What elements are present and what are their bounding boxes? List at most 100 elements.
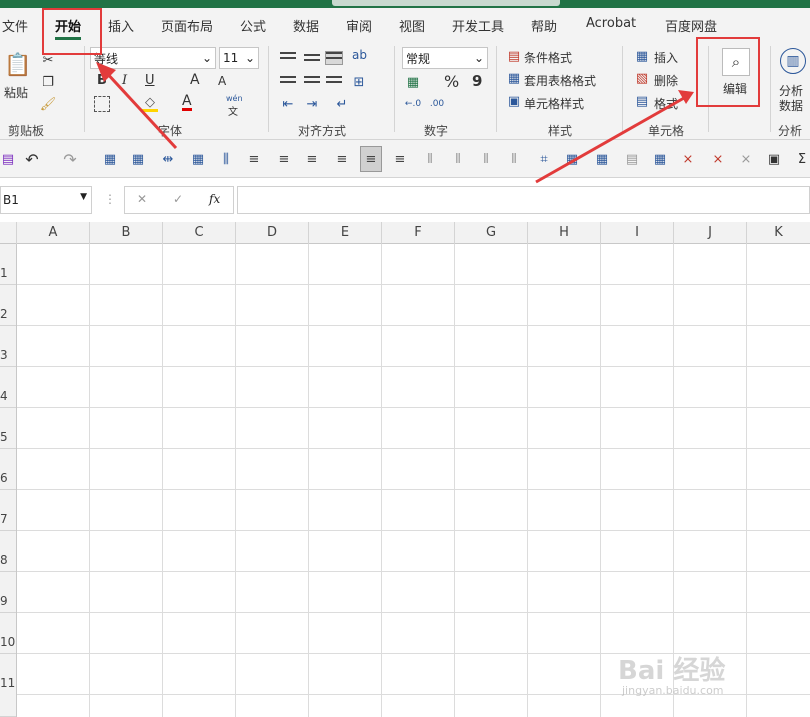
row-header[interactable]: 10 [0,613,16,654]
italic-button[interactable]: I [122,73,127,88]
format-cells-button[interactable]: 格式 [654,95,678,112]
delete-tool-icon[interactable]: ⨯ [680,151,696,167]
tab-insert[interactable]: 插入 [108,16,134,35]
analyze-data-label-2[interactable]: 数据 [779,97,803,114]
align-left-icon[interactable] [280,76,296,88]
increase-indent-icon[interactable]: ⇥ [304,96,320,112]
analyze-data-icon[interactable]: ▥ [780,48,806,74]
align-right-icon[interactable] [326,76,342,88]
font-name-select[interactable]: 等线 ⌄ [90,47,216,69]
copy-icon[interactable]: ❐ [40,74,56,90]
tab-acrobat[interactable]: Acrobat [586,16,636,31]
align-bottom-icon[interactable] [325,51,343,65]
tab-page-layout[interactable]: 页面布局 [161,16,213,35]
comma-style-button[interactable]: 9 [472,72,482,90]
currency-icon[interactable]: ▦ [404,74,422,90]
column-header[interactable]: B [89,222,162,244]
select-all-corner[interactable] [0,222,16,244]
name-box[interactable]: B1 ▼ [0,186,92,214]
table-tool-icon[interactable]: ▦ [190,151,206,167]
align-tool-icon[interactable]: ≡ [304,151,320,167]
distribute-icon[interactable]: ⫴ [506,151,522,167]
grow-font-button[interactable]: A [190,72,200,88]
tab-baidu-netdisk[interactable]: 百度网盘 [665,16,717,35]
column-header[interactable]: I [600,222,673,244]
number-format-select[interactable]: 常规 ⌄ [402,47,488,69]
table-tool-icon[interactable]: ▦ [130,151,146,167]
column-header[interactable]: H [527,222,600,244]
increase-decimal-icon[interactable]: ←.0 [404,96,422,112]
border-icon[interactable] [94,96,110,112]
undo-icon[interactable]: ↶ [24,150,40,169]
phonetic-guide-top[interactable]: wén [226,94,243,103]
tab-view[interactable]: 视图 [399,16,425,35]
table-tool-icon[interactable]: ▦ [564,151,580,167]
row-header[interactable]: 8 [0,531,16,572]
align-top-icon[interactable] [280,52,296,64]
enter-formula-button[interactable]: ✓ [173,192,183,206]
column-header[interactable]: A [16,222,89,244]
table-tool-icon[interactable]: ▦ [594,151,610,167]
paste-label[interactable]: 粘贴 [4,84,28,101]
font-size-select[interactable]: 11 ⌄ [219,47,259,69]
shrink-font-button[interactable]: A [218,74,226,88]
column-header[interactable]: F [381,222,454,244]
macro-icon[interactable]: ▤ [0,151,16,167]
row-header[interactable]: 6 [0,449,16,490]
row-header[interactable]: 1 [0,244,16,285]
format-cells-icon[interactable]: ▤ [634,93,650,109]
delete-tool-icon[interactable]: ⨯ [710,151,726,167]
row-header[interactable]: 5 [0,408,16,449]
format-painter-icon[interactable]: 🖌 [40,96,57,112]
table-format-button[interactable]: 套用表格格式 [524,72,596,89]
row-header[interactable]: 2 [0,285,16,326]
merge-center-icon[interactable]: ⊞ [350,74,368,90]
tab-data[interactable]: 数据 [293,16,319,35]
distribute-icon[interactable]: ⫴ [478,151,494,167]
crop-icon[interactable]: ⌗ [536,151,552,167]
conditional-format-icon[interactable]: ▤ [506,48,522,64]
font-color-button[interactable]: A [182,94,192,111]
align-center-icon[interactable] [304,76,320,88]
insert-cells-icon[interactable]: ▦ [634,48,650,64]
sum-icon[interactable]: Σ [794,151,810,167]
align-middle-icon[interactable] [304,54,320,66]
decrease-decimal-icon[interactable]: .00 [428,96,446,112]
tab-help[interactable]: 帮助 [531,16,557,35]
delete-cells-button[interactable]: 删除 [654,72,678,89]
table-tool-icon[interactable]: ⫼ [218,151,234,167]
column-header[interactable]: J [673,222,746,244]
table-tool-icon[interactable]: ▦ [652,151,668,167]
distribute-icon[interactable]: ⫴ [422,151,438,167]
cell-style-button[interactable]: 单元格样式 [524,95,584,112]
insert-cells-button[interactable]: 插入 [654,49,678,66]
column-header[interactable]: K [746,222,810,244]
worksheet-grid[interactable]: 1 2 3 4 5 6 7 8 9 10 11 [0,244,810,717]
cell-style-icon[interactable]: ▣ [506,93,522,109]
delete-cells-icon[interactable]: ▧ [634,70,650,86]
percent-button[interactable]: % [444,72,459,91]
align-tool-icon[interactable]: ≡ [392,151,408,167]
table-tool-icon[interactable]: ⇹ [160,151,176,167]
tab-formulas[interactable]: 公式 [240,16,266,35]
table-tool-icon[interactable]: ▦ [102,151,118,167]
row-header[interactable]: 9 [0,572,16,613]
row-header[interactable]: 4 [0,367,16,408]
decrease-indent-icon[interactable]: ⇤ [280,96,296,112]
column-header[interactable]: C [162,222,235,244]
fill-color-icon[interactable]: ◇ [142,95,158,112]
bold-button[interactable]: B [97,73,107,88]
tab-developer[interactable]: 开发工具 [452,16,504,35]
border-tool-icon[interactable]: ▣ [766,151,782,167]
cancel-formula-button[interactable]: ✕ [137,192,147,206]
redo-icon[interactable]: ↷ [62,150,78,169]
wrap-text-icon[interactable]: ↵ [334,96,350,112]
align-tool-icon[interactable]: ≡ [360,146,382,172]
orientation-button[interactable]: ab [352,48,367,62]
delete-tool-icon[interactable]: ⨯ [738,151,754,167]
insert-function-button[interactable]: fx [209,192,220,206]
conditional-format-button[interactable]: 条件格式 [524,49,572,66]
align-tool-icon[interactable]: ≡ [334,151,350,167]
tab-file[interactable]: 文件 [2,16,28,35]
distribute-icon[interactable]: ⫴ [450,151,466,167]
